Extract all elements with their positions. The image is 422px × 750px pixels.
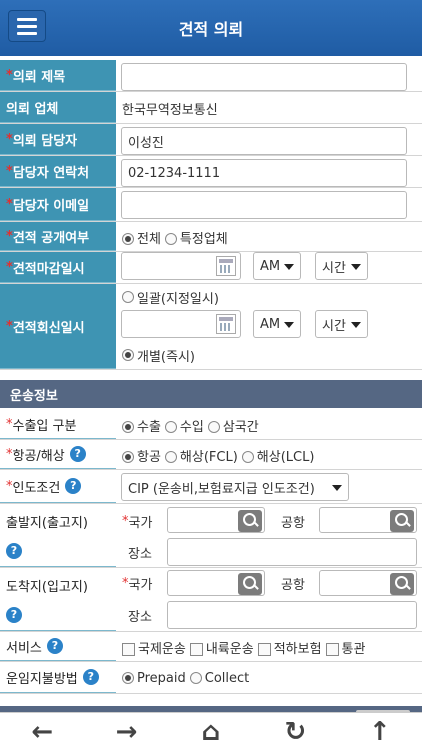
row-reply: * 견적회신일시 일괄(지정일시) AM 시간 개별(즉시) <box>0 284 422 370</box>
search-icon[interactable] <box>238 510 262 532</box>
help-icon[interactable]: ? <box>69 446 86 462</box>
label-request-title: * 의뢰 제목 <box>0 60 116 91</box>
dest-country-label: * 국가 <box>122 575 153 593</box>
label-request-company: 의뢰 업체 <box>0 92 116 123</box>
origin-country-label: * 국가 <box>122 513 153 531</box>
calendar-icon[interactable] <box>216 256 236 276</box>
row-deadline: * 견적마감일시 AM 시간 <box>0 252 422 284</box>
origin-country-input[interactable] <box>167 507 265 533</box>
service-insurance-checkbox[interactable]: 적하보험 <box>257 638 322 657</box>
label-mode: * 항공/해상? <box>0 440 116 469</box>
label-service: 서비스? <box>0 632 116 661</box>
deadline-time-select[interactable]: 시간 <box>315 252 368 280</box>
help-icon[interactable]: ? <box>46 638 63 654</box>
help-icon[interactable]: ? <box>82 669 99 685</box>
row-email: * 담당자 이메일 <box>0 188 422 222</box>
section-transport: 운송정보 <box>0 380 422 408</box>
triangular-radio[interactable]: 삼국간 <box>207 416 259 435</box>
row-request-title: * 의뢰 제목 <box>0 60 422 92</box>
prepaid-radio[interactable]: Prepaid <box>122 671 186 686</box>
reply-time-select[interactable]: 시간 <box>315 310 368 338</box>
row-contact: * 담당자 연락처 02-1234-1111 <box>0 156 422 188</box>
scroll-top-icon[interactable]: ↑ <box>360 717 400 747</box>
contact-input[interactable]: 02-1234-1111 <box>121 159 407 187</box>
label-incoterm: * 인도조건? <box>0 470 116 503</box>
dest-port-label: 공항 <box>281 577 305 593</box>
import-radio[interactable]: 수입 <box>164 416 204 435</box>
app-header: 견적 의뢰 <box>0 0 422 56</box>
calendar-icon[interactable] <box>216 314 236 334</box>
help-icon[interactable]: ? <box>6 542 22 559</box>
row-open: * 견적 공개여부 전체 특정업체 <box>0 222 422 252</box>
sea-lcl-radio[interactable]: 해상(LCL) <box>241 446 314 465</box>
service-inland-checkbox[interactable]: 내륙운송 <box>189 638 254 657</box>
label-contact: * 담당자 연락처 <box>0 156 116 187</box>
home-icon[interactable]: ⌂ <box>191 717 231 747</box>
reply-batch-radio[interactable]: 일괄(지정일시) <box>122 286 219 308</box>
row-mode: * 항공/해상? 항공 해상(FCL) 해상(LCL) <box>0 440 422 470</box>
sea-fcl-radio[interactable]: 해상(FCL) <box>164 446 238 465</box>
hamburger-menu-button[interactable] <box>8 10 46 42</box>
dest-place-label: 장소 <box>128 609 152 625</box>
reply-ampm-select[interactable]: AM <box>253 310 301 338</box>
open-all-radio[interactable]: 전체 <box>122 228 161 247</box>
origin-place-label: 장소 <box>128 546 152 562</box>
help-icon[interactable]: ? <box>65 478 82 494</box>
dest-place-input[interactable] <box>167 601 417 629</box>
row-io: * 수출입 구분 수출 수입 삼국간 <box>0 410 422 440</box>
search-icon[interactable] <box>238 573 262 595</box>
label-email: * 담당자 이메일 <box>0 188 116 221</box>
deadline-date-input[interactable] <box>121 252 241 280</box>
label-deadline: * 견적마감일시 <box>0 252 116 283</box>
back-arrow-icon[interactable]: ← <box>22 717 62 747</box>
forward-arrow-icon[interactable]: → <box>107 717 147 747</box>
search-icon[interactable] <box>390 510 414 532</box>
dest-country-input[interactable] <box>167 570 265 596</box>
air-radio[interactable]: 항공 <box>122 446 161 465</box>
label-payment: 운임지불방법? <box>0 662 116 693</box>
label-reply: * 견적회신일시 <box>0 284 116 369</box>
origin-port-label: 공항 <box>281 515 305 531</box>
row-incoterm: * 인도조건? CIP (운송비,보험료지급 인도조건) <box>0 470 422 504</box>
label-dest: 도착지(입고지)? <box>0 568 116 631</box>
row-payment: 운임지불방법? Prepaid Collect <box>0 662 422 694</box>
collect-radio[interactable]: Collect <box>189 671 249 686</box>
request-title-input[interactable] <box>121 63 407 91</box>
request-company-value: 한국무역정보통신 <box>122 102 218 118</box>
email-input[interactable] <box>121 191 407 219</box>
reply-date-input[interactable] <box>121 310 241 338</box>
origin-port-input[interactable] <box>319 507 417 533</box>
row-service: 서비스? 국제운송 내륙운송 적하보험 통관 <box>0 632 422 662</box>
row-request-manager: * 의뢰 담당자 이성진 <box>0 124 422 156</box>
label-origin: 출발지(출고지)? <box>0 504 116 567</box>
row-origin: 출발지(출고지)? * 국가 공항 장소 <box>0 504 422 568</box>
deadline-ampm-select[interactable]: AM <box>253 252 301 280</box>
service-intl-checkbox[interactable]: 국제운송 <box>122 638 186 657</box>
open-specific-radio[interactable]: 특정업체 <box>164 228 228 247</box>
search-icon[interactable] <box>390 573 414 595</box>
export-radio[interactable]: 수출 <box>122 416 161 435</box>
request-manager-input[interactable]: 이성진 <box>121 127 407 155</box>
page-title: 견적 의뢰 <box>178 20 244 39</box>
label-io: * 수출입 구분 <box>0 410 116 439</box>
help-icon[interactable]: ? <box>6 606 22 623</box>
label-open: * 견적 공개여부 <box>0 222 116 251</box>
service-customs-checkbox[interactable]: 통관 <box>325 638 365 657</box>
incoterm-select[interactable]: CIP (운송비,보험료지급 인도조건) <box>121 473 349 501</box>
label-request-manager: * 의뢰 담당자 <box>0 124 116 155</box>
dest-port-input[interactable] <box>319 570 417 596</box>
reply-individual-radio[interactable]: 개별(즉시) <box>122 344 195 366</box>
row-dest: 도착지(입고지)? * 국가 공항 장소 <box>0 568 422 632</box>
bottom-nav-bar: ← → ⌂ ↻ ↑ <box>0 712 422 750</box>
origin-place-input[interactable] <box>167 538 417 566</box>
row-request-company: 의뢰 업체 한국무역정보통신 <box>0 92 422 124</box>
refresh-icon[interactable]: ↻ <box>275 717 315 747</box>
